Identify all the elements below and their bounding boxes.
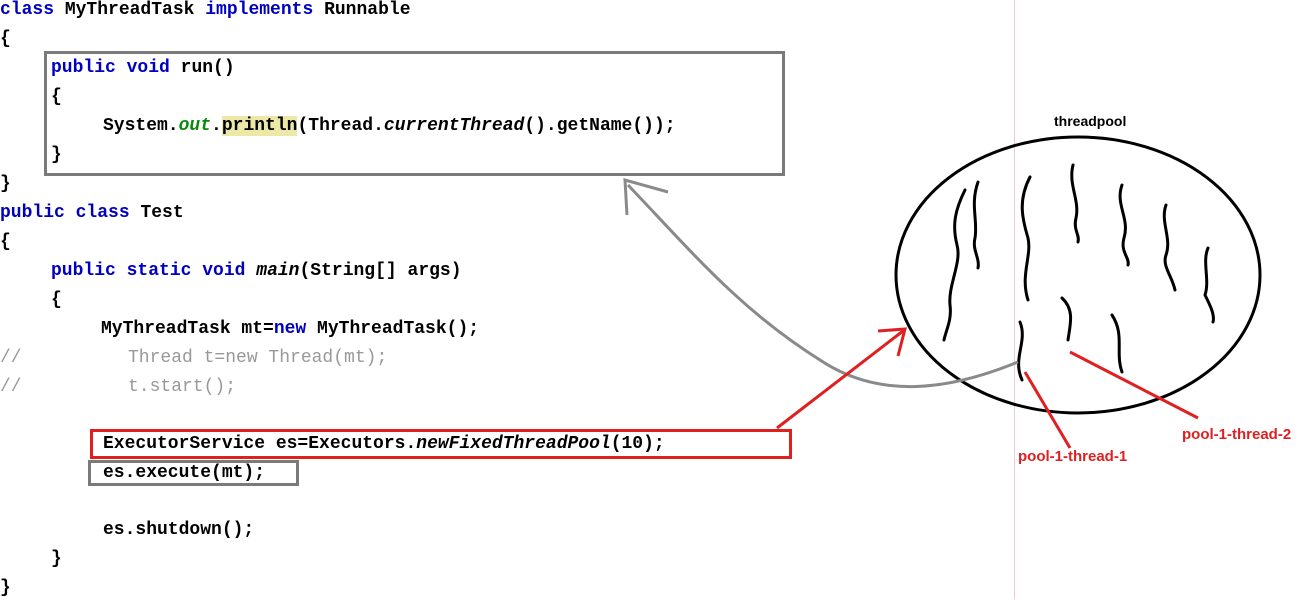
gray-curve-arrow xyxy=(626,183,1019,389)
thread-squiggle-10 xyxy=(1017,320,1024,382)
thread-squiggle-5 xyxy=(1118,183,1130,267)
thread-squiggle-3 xyxy=(1020,175,1032,302)
thread-squiggle-6 xyxy=(1162,203,1177,292)
thread-squiggle-7 xyxy=(1203,246,1215,324)
thread-squiggles xyxy=(942,163,1215,382)
threadpool-title: threadpool xyxy=(1054,113,1127,129)
thread-squiggle-1 xyxy=(942,188,967,342)
thread1-label: pool-1-thread-1 xyxy=(1018,448,1128,465)
threadpool-diagram xyxy=(623,135,1262,449)
thread-squiggle-9 xyxy=(1110,313,1124,374)
thread-squiggle-8 xyxy=(1060,296,1073,342)
thread2-label: pool-1-thread-2 xyxy=(1182,426,1292,443)
thread-squiggle-2 xyxy=(972,180,980,270)
gray-arrowhead xyxy=(623,177,669,216)
thread-squiggle-4 xyxy=(1070,163,1080,244)
thread2-pointer-line xyxy=(1069,350,1199,420)
